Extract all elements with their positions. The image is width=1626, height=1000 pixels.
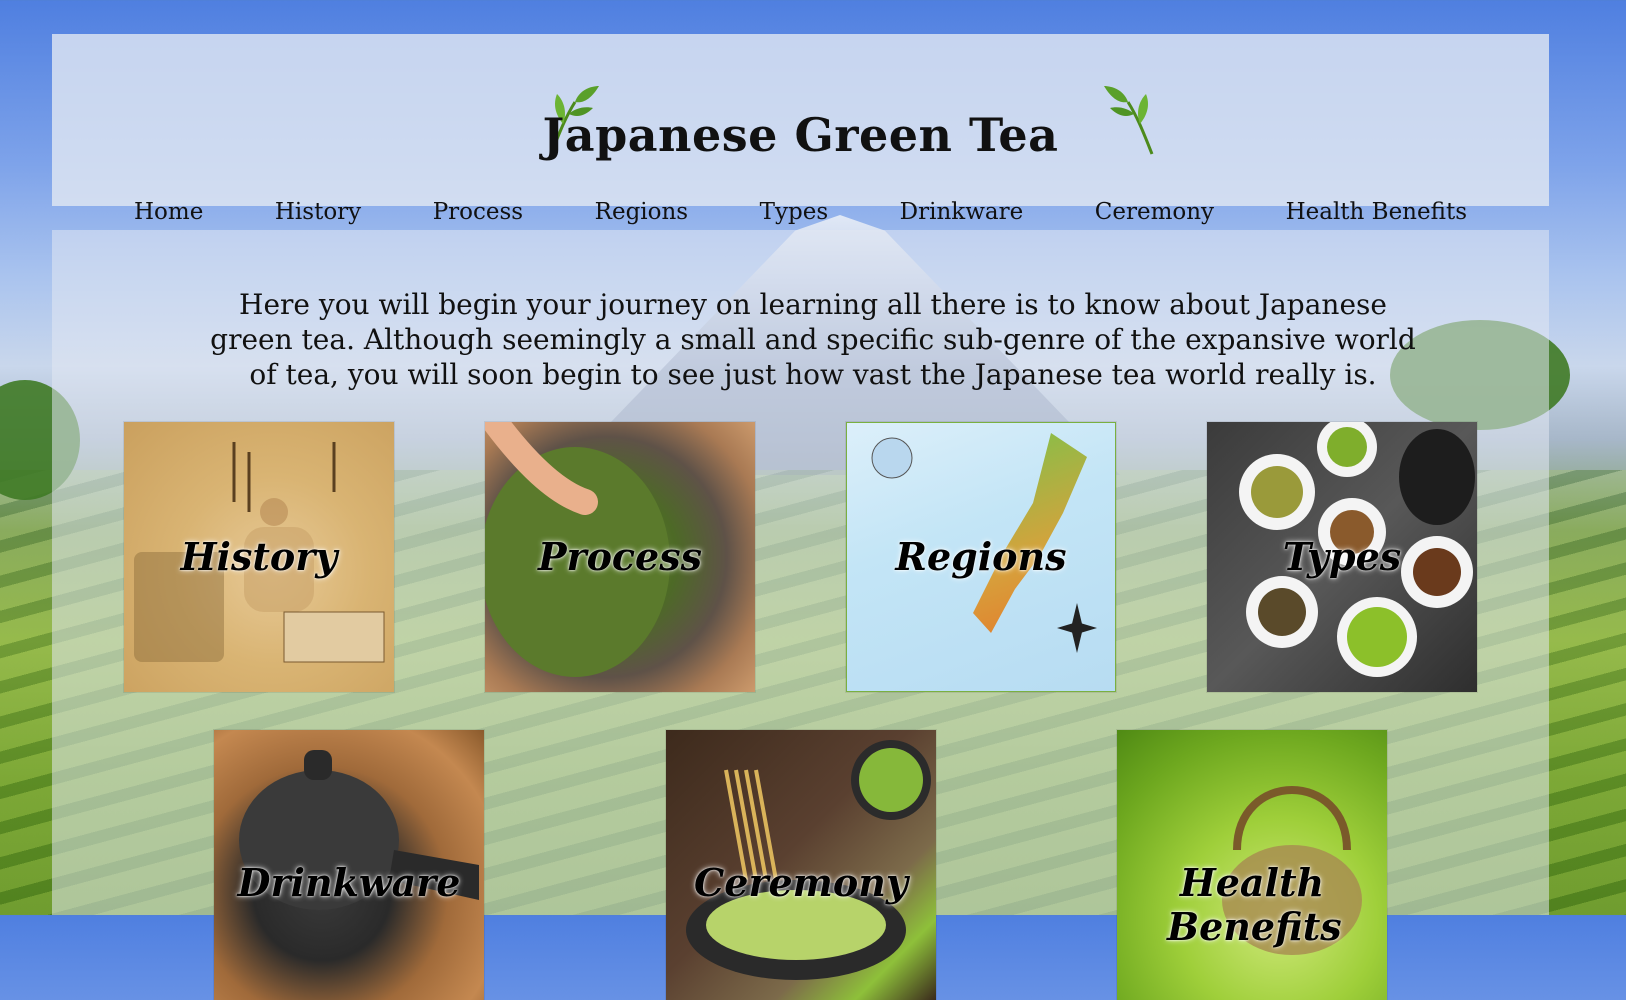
- nav-history[interactable]: History: [263, 199, 373, 225]
- intro-paragraph: Here you will begin your journey on lear…: [210, 288, 1416, 391]
- tile-health-benefits[interactable]: Health Benefits: [1117, 730, 1387, 1000]
- tile-label-health-benefits: Health Benefits: [1167, 860, 1342, 949]
- tile-label-process: Process: [537, 534, 703, 579]
- nav-drinkware[interactable]: Drinkware: [888, 199, 1036, 225]
- tile-drinkware[interactable]: Drinkware: [214, 730, 484, 1000]
- tile-label-history: History: [180, 534, 338, 579]
- nav-types[interactable]: Types: [748, 199, 840, 225]
- nav-health-benefits[interactable]: Health Benefits: [1274, 199, 1479, 225]
- tile-label-types: Types: [1282, 534, 1402, 579]
- tile-types[interactable]: Types: [1207, 422, 1477, 692]
- page-title: Japanese Green Tea: [542, 108, 1059, 162]
- nav-home[interactable]: Home: [122, 199, 215, 225]
- main-nav: Home History Process Regions Types Drink…: [122, 194, 1479, 230]
- tea-leaf-sprig-icon: [1104, 86, 1154, 155]
- nav-regions[interactable]: Regions: [583, 199, 700, 225]
- tile-regions[interactable]: Regions: [846, 422, 1116, 692]
- tile-label-ceremony: Ceremony: [694, 860, 908, 905]
- nav-ceremony[interactable]: Ceremony: [1083, 199, 1226, 225]
- header-panel: Japanese Green Tea Home History Process …: [52, 34, 1549, 225]
- tile-label-regions: Regions: [895, 534, 1067, 579]
- tile-history[interactable]: History: [124, 422, 394, 692]
- tile-process[interactable]: Process: [485, 422, 755, 692]
- tile-label-drinkware: Drinkware: [237, 860, 461, 905]
- tile-ceremony[interactable]: Ceremony: [666, 730, 936, 1000]
- nav-process[interactable]: Process: [421, 199, 535, 225]
